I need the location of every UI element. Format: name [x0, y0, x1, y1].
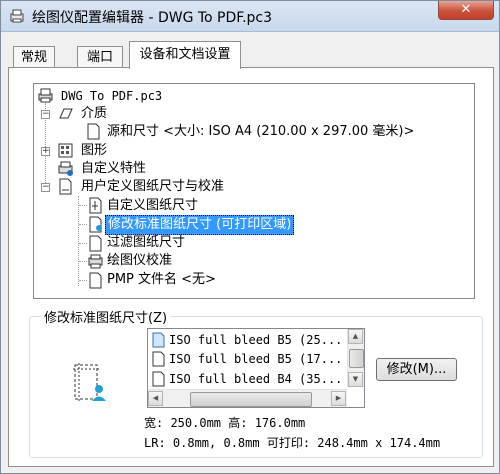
tree-item-plotter-calibration[interactable]: 绘图仪校准 [107, 252, 172, 270]
tree-item-filter-paper[interactable]: 过滤图纸尺寸 [107, 234, 185, 252]
tab-general[interactable]: 常规 [13, 46, 55, 68]
title-bar[interactable]: 绘图仪配置编辑器 - DWG To PDF.pc3 ✕ [1, 1, 499, 32]
tree-connector [79, 261, 87, 263]
modify-button[interactable]: 修改(M)... [376, 358, 457, 381]
scroll-thumb[interactable] [349, 349, 364, 368]
scroll-left-icon[interactable]: ◀ [148, 391, 163, 406]
tree-item-pmp-file[interactable]: PMP 文件名 <无> [107, 271, 216, 289]
tree-item-root[interactable]: DWG To PDF.pc3 [61, 87, 162, 105]
tree-item-modify-standard[interactable]: 修改标准图纸尺寸 (可打印区域) [105, 215, 295, 235]
pmp-file-icon [89, 272, 102, 289]
page-icon [87, 123, 100, 140]
tree-item-media-source[interactable]: 源和尺寸 <大小: ISO A4 (210.00 x 297.00 毫米)> [107, 123, 414, 141]
plotter-config-window: 绘图仪配置编辑器 - DWG To PDF.pc3 ✕ 常规 端口 设备和文档设… [0, 0, 500, 474]
tree-connector [79, 224, 87, 226]
paper-item-icon [152, 351, 165, 367]
margin-readout: LR: 0.8mm, 0.8mm 可打印: 248.4mm x 174.4mm [144, 436, 441, 450]
custom-paper-icon [89, 197, 102, 214]
scroll-up-icon[interactable]: ▲ [348, 329, 363, 344]
paper-item-icon [152, 371, 165, 387]
filter-paper-icon [89, 235, 102, 252]
modify-paper-icon [89, 216, 102, 233]
paper-item-icon [152, 332, 165, 348]
plotter-icon [38, 88, 53, 103]
tree-item-graphics[interactable]: 图形 [81, 142, 107, 160]
calibration-icon [88, 254, 103, 269]
list-item[interactable]: ISO full bleed B5 (25... [169, 330, 342, 350]
horizontal-scrollbar[interactable]: ◀ ▶ [148, 389, 347, 407]
media-icon [59, 108, 73, 119]
tree-item-user-paper[interactable]: 用户定义图纸尺寸与校准 [81, 178, 224, 196]
tree-connector [78, 196, 80, 286]
tab-device-doc-settings[interactable]: 设备和文档设置 [129, 41, 241, 69]
scroll-thumb[interactable] [190, 392, 312, 407]
tree-connector [79, 280, 87, 282]
list-item[interactable]: ISO full bleed B5 (17... [169, 349, 342, 369]
paper-size-readout: 宽: 250.0mm 高: 176.0mm [144, 416, 306, 430]
tree-connector [79, 243, 87, 245]
window-title: 绘图仪配置编辑器 - DWG To PDF.pc3 [32, 10, 273, 26]
custom-properties-icon [58, 161, 73, 176]
tree-item-custom-properties[interactable]: 自定义特性 [81, 160, 146, 178]
collapse-icon[interactable]: − [41, 110, 50, 119]
collapse-icon[interactable]: − [41, 183, 50, 192]
tree-item-custom-paper[interactable]: 自定义图纸尺寸 [107, 197, 198, 215]
scroll-right-icon[interactable]: ▶ [331, 391, 346, 406]
vertical-scrollbar[interactable]: ▲ ▼ [347, 329, 364, 387]
scroll-down-icon[interactable]: ▼ [348, 372, 363, 387]
expand-icon[interactable]: + [41, 147, 50, 156]
tree-connector [79, 205, 87, 207]
plotter-app-icon [10, 9, 24, 23]
close-button[interactable]: ✕ [438, 1, 494, 20]
paper-size-icon [59, 178, 72, 195]
list-item[interactable]: ISO full bleed B4 (35... [169, 369, 342, 389]
paper-preview-icon [73, 363, 106, 401]
graphics-icon [58, 143, 73, 158]
tab-ports[interactable]: 端口 [77, 46, 123, 68]
tree-item-media[interactable]: 介质 [81, 105, 107, 123]
group-label: 修改标准图纸尺寸(Z) [41, 307, 171, 326]
